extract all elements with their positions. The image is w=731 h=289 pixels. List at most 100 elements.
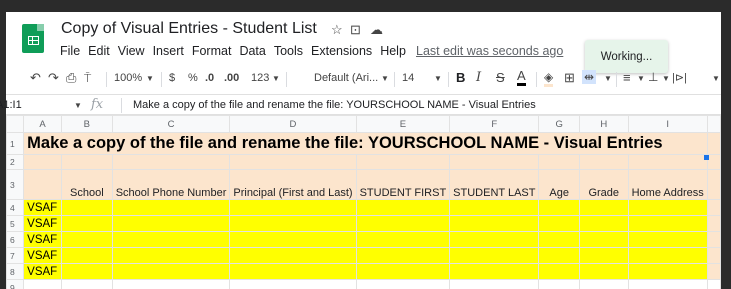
font-select[interactable]: Default (Ari... [314, 72, 378, 84]
header-cell-principal[interactable]: Principal (First and Last) [229, 169, 357, 200]
menu-help[interactable]: Help [380, 44, 406, 58]
menu-edit[interactable]: Edit [88, 44, 110, 58]
data-cell[interactable] [61, 263, 113, 280]
vertical-align-button[interactable]: ⊥ [648, 70, 658, 84]
cell[interactable] [61, 154, 113, 170]
cell[interactable] [355, 154, 451, 170]
cell[interactable] [627, 279, 708, 289]
data-cell[interactable] [578, 199, 629, 216]
select-all-corner[interactable] [6, 115, 25, 133]
cell[interactable] [706, 199, 721, 216]
menu-view[interactable]: View [118, 44, 145, 58]
text-color-button[interactable]: A [517, 69, 526, 86]
cell[interactable] [23, 279, 62, 289]
data-cell[interactable] [355, 215, 451, 232]
column-header-d[interactable]: D [229, 115, 357, 133]
wrap-dropdown-icon[interactable]: ▼ [712, 74, 720, 83]
data-cell[interactable] [578, 231, 629, 248]
data-cell[interactable] [355, 263, 451, 280]
data-cell[interactable] [355, 231, 451, 248]
column-header-i[interactable]: I [627, 115, 708, 133]
data-cell[interactable] [578, 215, 629, 232]
data-cell[interactable] [449, 215, 540, 232]
row-header-9[interactable]: 9 [6, 279, 25, 289]
cell[interactable] [355, 279, 451, 289]
data-cell[interactable] [538, 247, 580, 264]
redo-icon[interactable]: ↷ [48, 70, 59, 86]
column-header-c[interactable]: C [111, 115, 231, 133]
row-header-8[interactable]: 8 [6, 263, 25, 280]
valign-dropdown-icon[interactable]: ▼ [662, 74, 670, 83]
name-box[interactable]: A1:I1 [0, 99, 22, 111]
data-cell[interactable] [538, 263, 580, 280]
data-cell[interactable] [355, 199, 451, 216]
data-cell[interactable] [229, 263, 357, 280]
cell[interactable] [578, 154, 629, 170]
cell[interactable] [706, 169, 721, 200]
data-cell[interactable] [449, 199, 540, 216]
data-cell[interactable] [111, 199, 231, 216]
currency-button[interactable]: $ [169, 72, 175, 84]
merge-dropdown-icon[interactable]: ▼ [604, 74, 612, 83]
cell[interactable] [578, 279, 629, 289]
row-header-4[interactable]: 4 [6, 199, 25, 216]
data-cell[interactable] [229, 247, 357, 264]
row-header-7[interactable]: 7 [6, 247, 25, 264]
column-header-j[interactable] [706, 115, 721, 133]
star-icon[interactable]: ☆ [331, 22, 343, 38]
decrease-decimal-button[interactable]: .0 [205, 72, 214, 84]
column-header-a[interactable]: A [23, 115, 62, 133]
data-cell[interactable] [229, 215, 357, 232]
menu-file[interactable]: File [60, 44, 80, 58]
data-cell-vsaf[interactable]: VSAF [23, 199, 62, 216]
align-dropdown-icon[interactable]: ▼ [637, 74, 645, 83]
data-cell[interactable] [111, 215, 231, 232]
horizontal-align-button[interactable]: ≡ [623, 70, 631, 85]
strikethrough-button[interactable]: S [496, 70, 505, 85]
cell[interactable] [706, 215, 721, 232]
header-cell-blank[interactable] [23, 169, 62, 200]
data-cell[interactable] [449, 231, 540, 248]
header-cell-student-first[interactable]: STUDENT FIRST [355, 169, 451, 200]
row-header-2[interactable]: 2 [6, 154, 25, 170]
cell[interactable] [538, 154, 580, 170]
formula-input[interactable]: Make a copy of the file and rename the f… [133, 99, 536, 111]
data-cell[interactable] [627, 215, 708, 232]
data-cell[interactable] [578, 247, 629, 264]
cell[interactable] [706, 263, 721, 280]
document-title[interactable]: Copy of Visual Entries - Student List [61, 20, 317, 38]
row-header-1[interactable]: 1 [6, 132, 25, 155]
cloud-status-icon[interactable]: ☁ [370, 22, 383, 38]
print-icon[interactable]: ⎙ [66, 70, 76, 86]
header-cell-student-last[interactable]: STUDENT LAST [449, 169, 540, 200]
menu-data[interactable]: Data [239, 44, 265, 58]
menu-format[interactable]: Format [192, 44, 232, 58]
cell[interactable] [449, 279, 540, 289]
data-cell[interactable] [111, 247, 231, 264]
italic-button[interactable]: I [476, 70, 481, 85]
data-cell[interactable] [111, 231, 231, 248]
cell[interactable] [706, 279, 721, 289]
cell[interactable] [111, 279, 231, 289]
undo-icon[interactable]: ↶ [30, 70, 41, 86]
data-cell-vsaf[interactable]: VSAF [23, 263, 62, 280]
row-header-3[interactable]: 3 [6, 169, 25, 200]
column-header-b[interactable]: B [61, 115, 113, 133]
data-cell[interactable] [229, 199, 357, 216]
cell[interactable] [627, 154, 708, 170]
cell[interactable] [229, 279, 357, 289]
more-formats-dropdown-icon[interactable]: ▼ [272, 74, 280, 83]
column-header-h[interactable]: H [578, 115, 629, 133]
data-cell[interactable] [229, 231, 357, 248]
move-folder-icon[interactable]: ⊡ [350, 22, 361, 38]
data-cell[interactable] [61, 231, 113, 248]
data-cell[interactable] [61, 199, 113, 216]
title-merged-cell[interactable]: Make a copy of the file and rename the f… [23, 132, 708, 155]
sheets-logo-icon[interactable] [22, 24, 44, 53]
font-dropdown-icon[interactable]: ▼ [381, 74, 389, 83]
data-cell[interactable] [61, 215, 113, 232]
cell[interactable] [706, 247, 721, 264]
data-cell[interactable] [627, 263, 708, 280]
data-cell[interactable] [578, 263, 629, 280]
cell[interactable] [61, 279, 113, 289]
